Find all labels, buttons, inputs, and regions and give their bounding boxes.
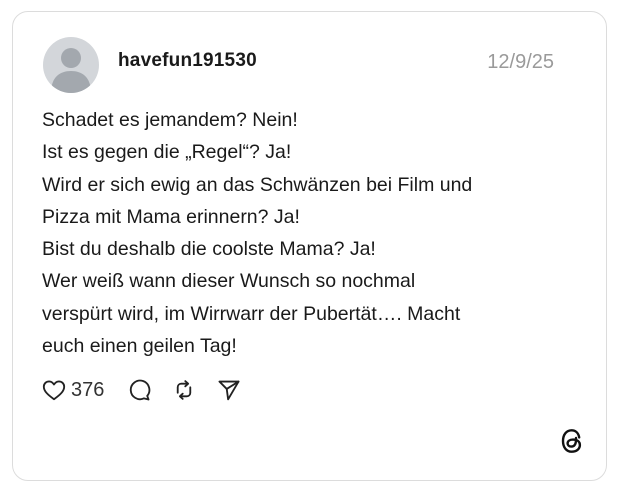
repost-button[interactable] xyxy=(171,377,197,403)
heart-icon xyxy=(42,380,66,401)
post-body-line: verspürt wird, im Wirrwarr der Pubertät…… xyxy=(42,302,461,325)
repost-icon xyxy=(177,380,192,400)
post-body-line: Bist du deshalb die coolste Mama? Ja! xyxy=(42,238,376,261)
comment-icon xyxy=(130,379,151,401)
username[interactable]: havefun191530 xyxy=(118,50,257,72)
comment-button[interactable] xyxy=(126,377,152,403)
post-body-line: Wird er sich ewig an das Schwänzen bei F… xyxy=(42,173,473,196)
post-body-line: Schadet es jemandem? Nein! xyxy=(42,109,298,131)
post-body-line: Pizza mit Mama erinnern? Ja! xyxy=(42,205,300,228)
share-button[interactable] xyxy=(216,377,242,403)
post-body-line: Ist es gegen die „Regel“? Ja! xyxy=(42,141,292,164)
post-body-line: Wer weiß wann dieser Wunsch so nochmal xyxy=(42,270,416,293)
action-bar: 376 xyxy=(41,375,242,405)
post-date: 12/9/25 xyxy=(487,51,554,73)
like-count: 376 xyxy=(71,378,105,401)
threads-logo-icon xyxy=(561,429,582,453)
default-avatar-icon xyxy=(51,48,91,93)
post-card: havefun191530 12/9/25 Schadet es jemande… xyxy=(12,11,607,481)
avatar[interactable] xyxy=(43,37,99,93)
share-icon xyxy=(218,380,240,401)
post-body: Schadet es jemandem? Nein! Ist es gegen … xyxy=(42,104,572,362)
threads-logo-icon[interactable] xyxy=(559,427,585,460)
post-body-line: euch einen geilen Tag! xyxy=(42,335,237,358)
like-button[interactable]: 376 xyxy=(41,377,104,403)
